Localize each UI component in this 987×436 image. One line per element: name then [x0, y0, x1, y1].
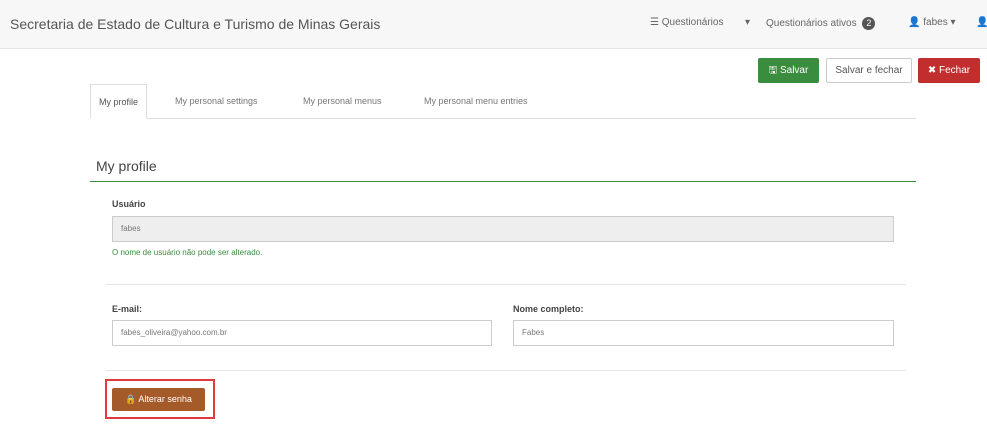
tab-my-personal-menus[interactable]: My personal menus: [295, 84, 390, 118]
email-label: E-mail:: [112, 304, 143, 314]
change-password-button[interactable]: 🔒 Alterar senha: [112, 388, 205, 411]
tab-my-personal-settings[interactable]: My personal settings: [167, 84, 266, 118]
form-divider: [106, 284, 906, 285]
list-icon: ☰: [650, 17, 659, 28]
tab-my-personal-menu-entries[interactable]: My personal menu entries: [416, 84, 536, 118]
save-close-button[interactable]: Salvar e fechar: [826, 58, 912, 83]
top-navbar: Secretaria de Estado de Cultura e Turism…: [0, 0, 987, 49]
lock-icon: 🔒: [125, 394, 137, 404]
tab-label: My personal menus: [303, 96, 382, 106]
brand-title[interactable]: Secretaria de Estado de Cultura e Turism…: [10, 16, 380, 32]
fullname-field[interactable]: Fabes: [513, 320, 894, 346]
nav-questionarios-ativos-label: Questionários ativos: [766, 18, 857, 29]
username-label: Usuário: [112, 199, 146, 209]
caret-down-icon: ▾: [950, 17, 956, 28]
profile-tabs: My profile My personal settings My perso…: [90, 84, 916, 119]
user-icon[interactable]: 👤: [976, 17, 987, 28]
active-count-badge: 2: [862, 17, 876, 30]
nav-questionarios-ativos[interactable]: Questionários ativos 2: [766, 17, 876, 30]
section-divider: [90, 181, 916, 182]
section-title: My profile: [96, 158, 157, 174]
form-divider: [106, 370, 906, 371]
user-name-label: fabes: [923, 17, 948, 28]
save-button[interactable]: 🖫 Salvar: [758, 58, 819, 83]
tab-label: My personal menu entries: [424, 96, 528, 106]
save-icon: 🖫: [768, 65, 778, 76]
nav-questionarios-label: Questionários: [661, 17, 724, 28]
close-button-label: Fechar: [939, 65, 971, 76]
username-field: fabes: [112, 216, 894, 242]
close-button[interactable]: ✖ Fechar: [918, 58, 980, 83]
close-icon: ✖: [927, 65, 937, 76]
fullname-label: Nome completo:: [513, 304, 584, 314]
tab-my-profile[interactable]: My profile: [90, 84, 148, 119]
save-button-label: Salvar: [779, 65, 809, 76]
user-menu[interactable]: 👤 fabes ▾: [908, 17, 956, 28]
save-close-button-label: Salvar e fechar: [835, 65, 903, 76]
email-field[interactable]: fabes_oliveira@yahoo.com.br: [112, 320, 492, 346]
user-icon: 👤: [908, 17, 921, 28]
tab-label: My personal settings: [175, 96, 258, 106]
caret-down-icon[interactable]: ▾: [745, 17, 750, 28]
nav-questionarios-menu[interactable]: ☰ Questionários: [650, 17, 723, 28]
change-password-label: Alterar senha: [138, 394, 192, 404]
username-help-text: O nome de usuário não pode ser alterado.: [112, 248, 263, 257]
tab-label: My profile: [99, 97, 139, 107]
